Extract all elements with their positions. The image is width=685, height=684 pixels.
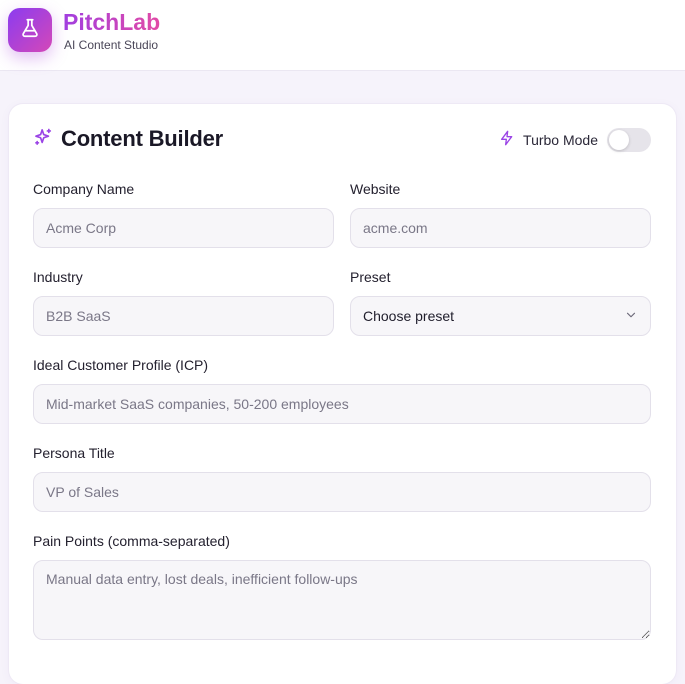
card-header: Content Builder [33, 126, 223, 152]
turbo-mode-toggle[interactable] [607, 128, 651, 152]
industry-label: Industry [33, 269, 83, 285]
app-logo[interactable] [8, 8, 52, 52]
website-input[interactable] [350, 208, 651, 248]
website-label: Website [350, 181, 401, 197]
company-name-input[interactable] [33, 208, 334, 248]
turbo-mode-label: Turbo Mode [523, 132, 598, 148]
company-name-label: Company Name [33, 181, 135, 197]
preset-selected-value: Choose preset [363, 308, 455, 324]
lightning-icon [499, 130, 515, 151]
toggle-knob [609, 130, 629, 150]
chevron-down-icon [624, 308, 638, 325]
persona-title-input[interactable] [33, 472, 651, 512]
preset-select[interactable]: Choose preset [350, 296, 651, 336]
flask-icon [19, 17, 41, 44]
brand-subtitle: AI Content Studio [64, 38, 159, 52]
icp-label: Ideal Customer Profile (ICP) [33, 357, 209, 373]
card-title: Content Builder [61, 126, 223, 151]
pain-points-textarea[interactable] [33, 560, 651, 640]
industry-input[interactable] [33, 296, 334, 336]
brand-name: PitchLab [63, 9, 161, 35]
persona-title-label: Persona Title [33, 445, 115, 461]
turbo-mode-control: Turbo Mode [499, 128, 651, 152]
sparkles-icon [33, 127, 53, 152]
content-builder-card: Content Builder Turbo Mode Company Name … [9, 104, 676, 684]
preset-label: Preset [350, 269, 391, 285]
icp-input[interactable] [33, 384, 651, 424]
pain-points-label: Pain Points (comma-separated) [33, 533, 230, 549]
app-header: PitchLab AI Content Studio [0, 0, 685, 71]
